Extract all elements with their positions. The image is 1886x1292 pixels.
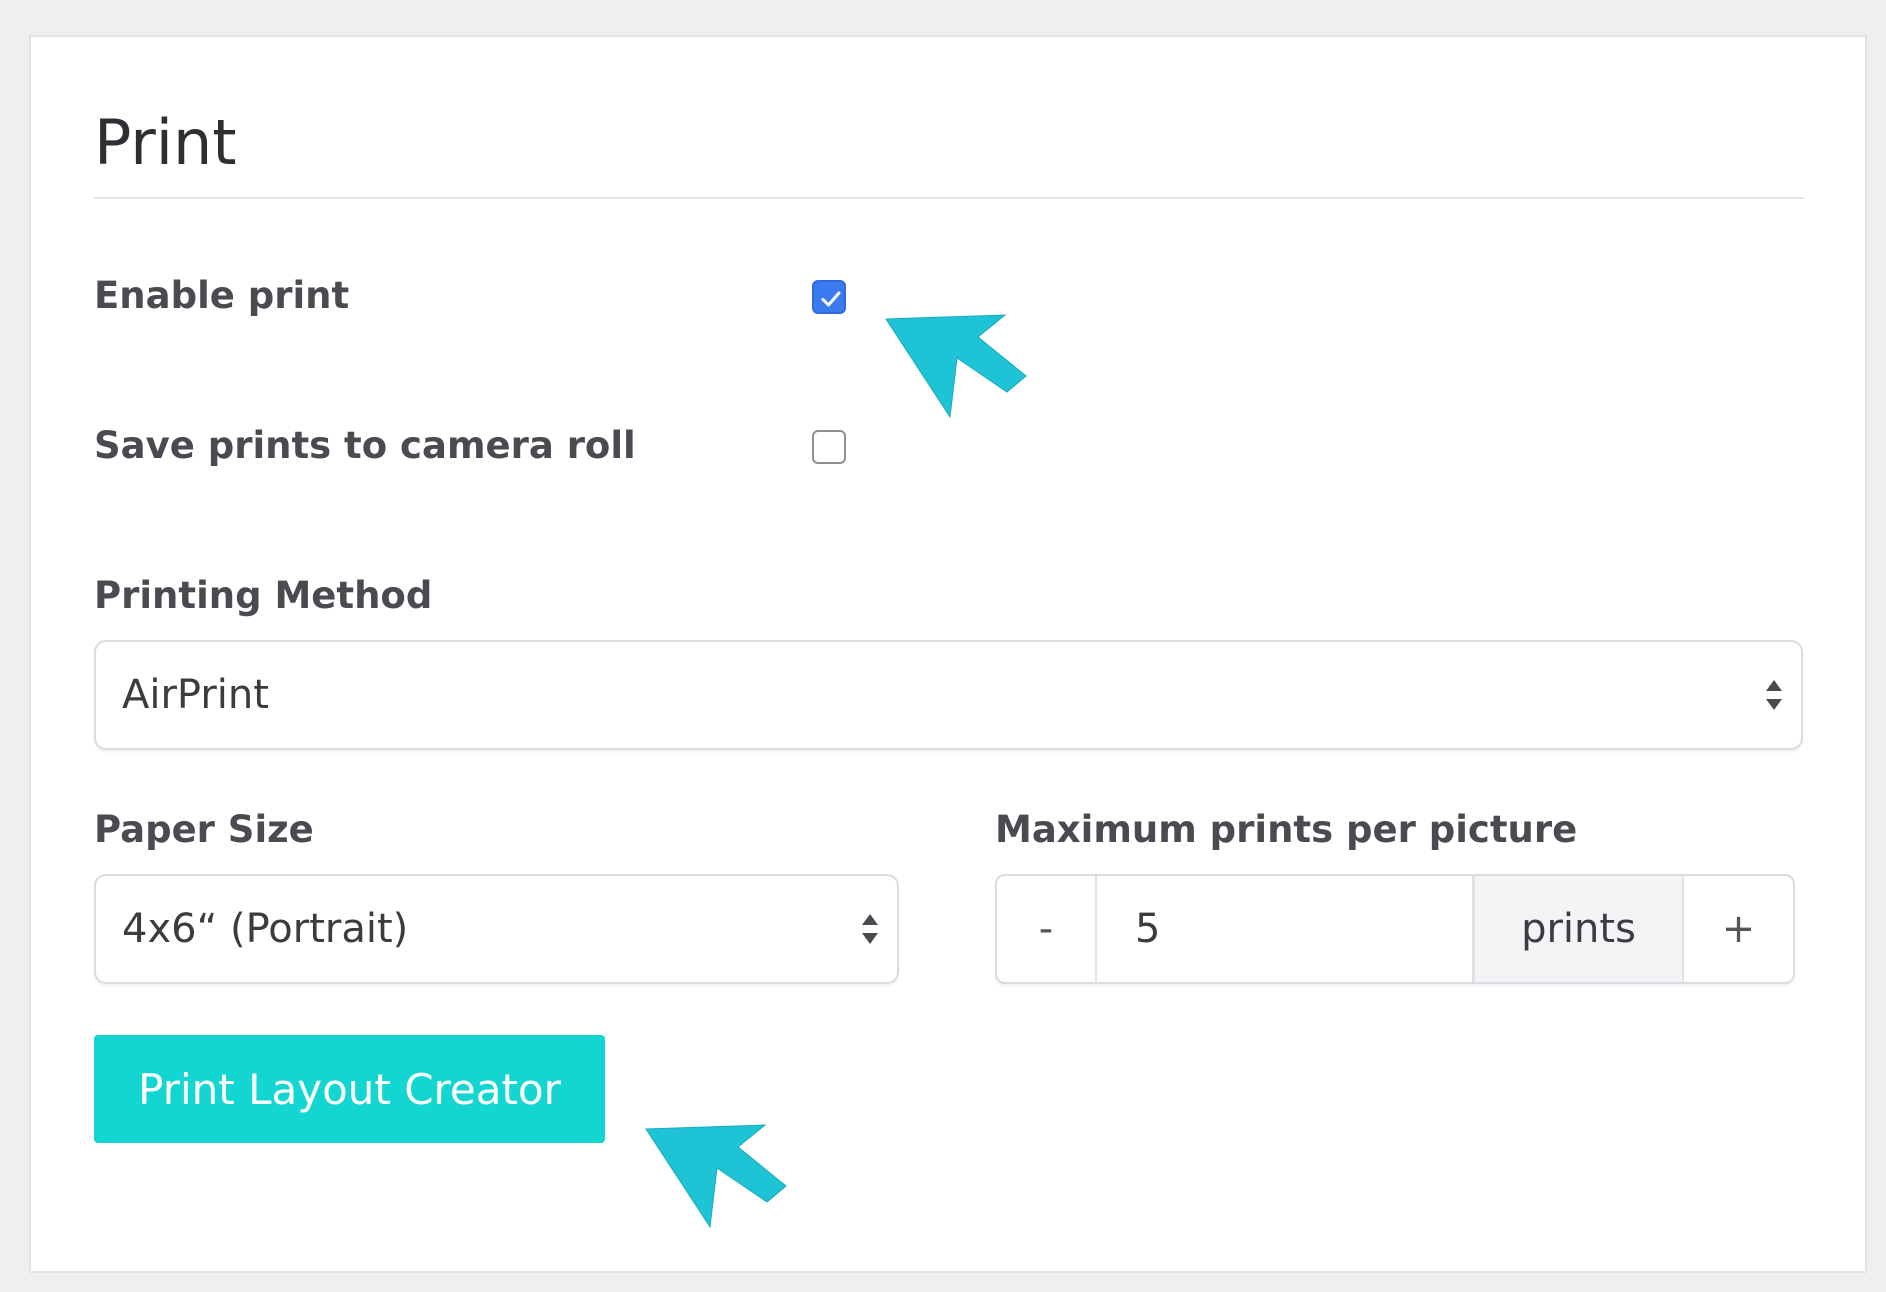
checkmark-icon — [821, 291, 841, 307]
max-prints-label: Maximum prints per picture — [995, 808, 1578, 851]
print-layout-creator-button[interactable]: Print Layout Creator — [94, 1035, 605, 1143]
title-divider — [94, 197, 1804, 199]
pointer-arrow-icon — [885, 314, 1027, 419]
up-down-arrows-icon — [1766, 680, 1782, 710]
enable-print-checkbox[interactable] — [812, 280, 846, 314]
printing-method-value: AirPrint — [122, 672, 269, 718]
decrement-button[interactable]: - — [997, 876, 1097, 982]
paper-size-select[interactable]: 4x6“ (Portrait) — [94, 874, 899, 984]
save-camera-roll-checkbox[interactable] — [812, 430, 846, 464]
paper-size-label: Paper Size — [94, 808, 314, 851]
page-background: Print Enable print Save prints to camera… — [0, 0, 1886, 1292]
printing-method-label: Printing Method — [94, 574, 433, 617]
save-camera-roll-label: Save prints to camera roll — [94, 424, 636, 467]
max-prints-unit: prints — [1472, 876, 1684, 982]
pointer-arrow-icon — [645, 1124, 787, 1229]
max-prints-input[interactable]: 5 — [1097, 876, 1472, 982]
up-down-arrows-icon — [862, 914, 878, 944]
enable-print-label: Enable print — [94, 274, 350, 317]
increment-button[interactable]: + — [1684, 876, 1793, 982]
printing-method-select[interactable]: AirPrint — [94, 640, 1803, 750]
paper-size-value: 4x6“ (Portrait) — [122, 906, 409, 952]
max-prints-stepper: - 5 prints + — [995, 874, 1795, 984]
section-title: Print — [94, 106, 237, 179]
